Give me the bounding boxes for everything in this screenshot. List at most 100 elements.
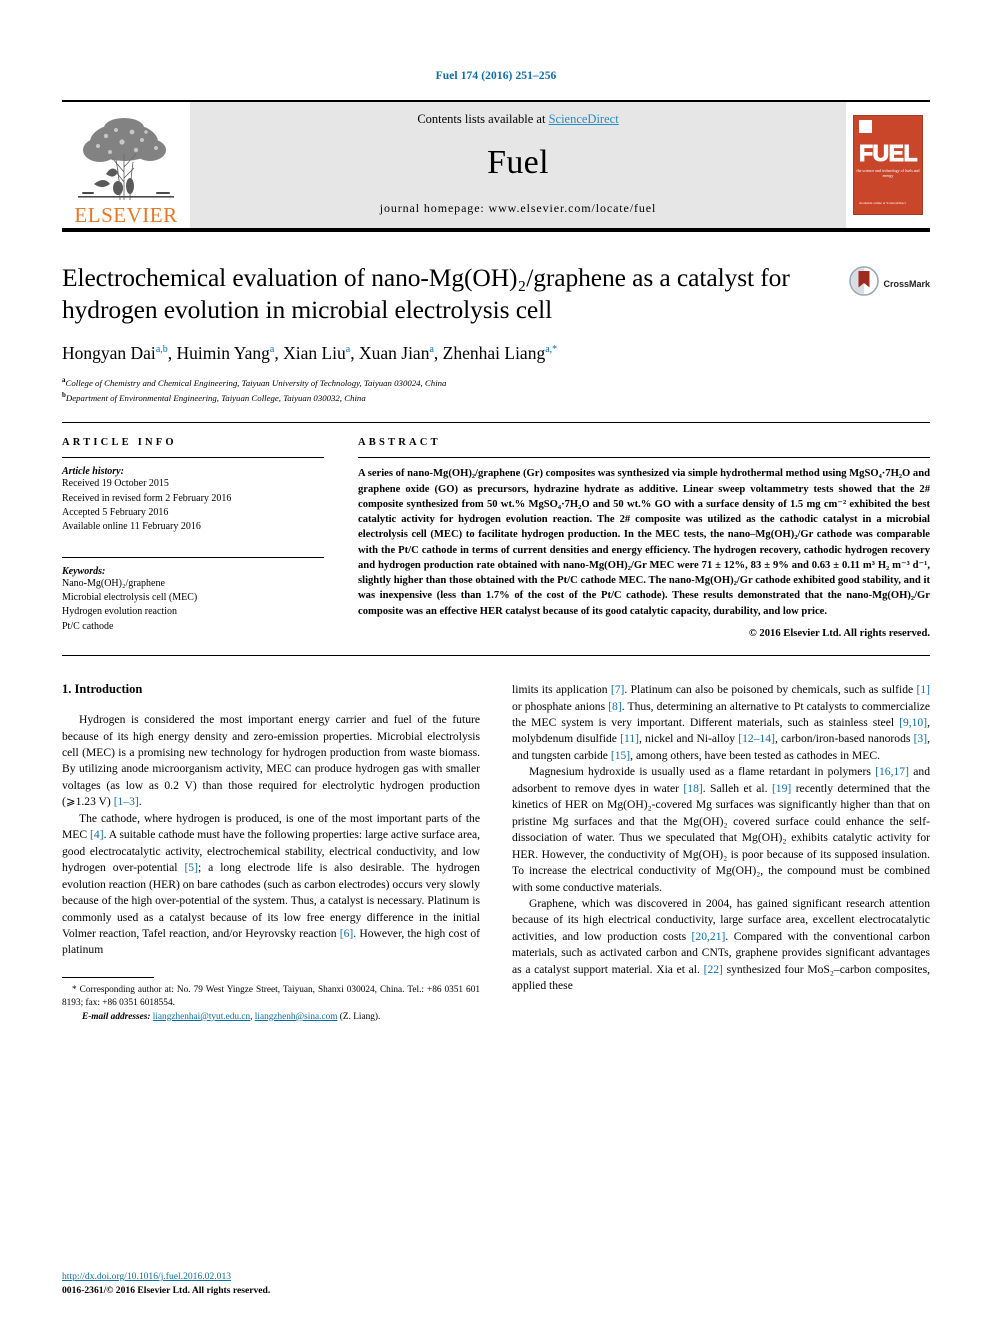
abstract-bottom-rule [62, 655, 930, 657]
footnote-star: * [72, 984, 77, 995]
history-item: Received in revised form 2 February 2016 [62, 492, 232, 504]
article-info-heading: ARTICLE INFO [62, 437, 177, 449]
paragraph-text: Hydrogen is considered the most importan… [62, 713, 480, 809]
issn-copyright-line: 0016-2361/© 2016 Elsevier Ltd. All right… [62, 1284, 271, 1296]
citation-ref[interactable]: [7] [611, 683, 625, 696]
author-item[interactable]: Huimin Yanga [177, 343, 275, 363]
info-abstract-region: ARTICLE INFO Article history: Received 1… [62, 422, 930, 641]
email-link[interactable]: liangzhenhai@tyut.edu.cn [153, 1012, 250, 1022]
citation-ref[interactable]: [9,10] [899, 716, 927, 729]
abstract-paragraph: A series of nano-Mg(OH)₂/graphene (Gr) c… [358, 468, 930, 617]
affiliation-list: aCollege of Chemistry and Chemical Engin… [62, 375, 830, 404]
history-item: Available online 11 February 2016 [62, 520, 201, 532]
sciencedirect-link[interactable]: ScienceDirect [549, 112, 619, 126]
citation-ref[interactable]: [15] [611, 749, 630, 762]
cover-corner-mark-icon [859, 120, 872, 133]
running-head: Fuel 174 (2016) 251–256 [435, 70, 557, 82]
abstract-copyright: © 2016 Elsevier Ltd. All rights reserved… [748, 627, 930, 639]
divider [62, 557, 324, 559]
fuel-cover-image: FUEL the science and technology of fuels… [853, 115, 923, 215]
history-item: Received 19 October 2015 [62, 478, 169, 490]
author-affil-mark: a [345, 344, 351, 356]
body-columns: 1. Introduction Hydrogen is considered t… [62, 682, 930, 1024]
author-name: Hongyan Dai [62, 343, 156, 364]
section-heading-introduction: 1. Introduction [62, 682, 143, 697]
citation-ref[interactable]: [22] [704, 963, 723, 976]
citation-ref[interactable]: [16,17] [875, 765, 909, 778]
citation-ref[interactable]: [18] [683, 782, 702, 795]
citation-ref[interactable]: [1–3] [114, 795, 139, 808]
citation-ref[interactable]: [3] [914, 732, 928, 745]
author-affil-mark: a,b [155, 344, 168, 356]
affiliation-text: Department of Environmental Engineering,… [65, 392, 366, 403]
paragraph: Magnesium hydroxide is usually used as a… [512, 764, 930, 896]
doi-link[interactable]: http://dx.doi.org/10.1016/j.fuel.2016.02… [62, 1271, 231, 1282]
title-block: CrossMark Electrochemical evaluation of … [62, 262, 930, 404]
journal-header-band: ELSEVIER Contents lists available at Sci… [62, 100, 930, 228]
author-name: Xuan Jian [358, 343, 430, 364]
journal-cover-thumbnail: FUEL the science and technology of fuels… [846, 102, 930, 228]
divider [62, 457, 324, 459]
elsevier-tree-logo-icon [72, 112, 180, 204]
cover-wordmark: FUEL [858, 140, 918, 167]
keyword-item: Nano-Mg(OH)₂/graphene [62, 578, 165, 590]
citation-ref[interactable]: [11] [620, 732, 639, 745]
author-list: Hongyan Daia,b, Huimin Yanga, Xian Liua,… [62, 343, 558, 364]
citation-ref[interactable]: [8] [608, 700, 622, 713]
elsevier-logo: ELSEVIER [62, 102, 190, 228]
affiliation-item: bDepartment of Environmental Engineering… [62, 390, 830, 405]
citation-ref[interactable]: [19] [772, 782, 791, 795]
citation-ref[interactable]: [4] [90, 828, 104, 841]
author-name: Xian Liu [283, 343, 346, 364]
citation-ref[interactable]: [5] [184, 861, 198, 874]
author-affil-mark: a [269, 344, 275, 356]
keyword-item: Microbial electrolysis cell (MEC) [62, 592, 198, 604]
crossmark-icon [849, 266, 880, 301]
contents-available-line: Contents lists available at ScienceDirec… [417, 112, 618, 127]
footnote-block: * Corresponding author at: No. 79 West Y… [62, 984, 481, 1022]
citation-ref[interactable]: [6] [340, 927, 354, 940]
article-history-list: Received 19 October 2015 Received in rev… [62, 477, 324, 534]
header-bottom-rule [62, 228, 930, 232]
crossmark-label: CrossMark [883, 278, 930, 289]
author-affil-mark: a [429, 344, 434, 356]
affiliation-item: aCollege of Chemistry and Chemical Engin… [62, 375, 830, 390]
author-item[interactable]: Xuan Jiana [359, 343, 434, 363]
author-item[interactable]: Hongyan Daia,b [62, 343, 168, 363]
article-info-column: ARTICLE INFO Article history: Received 1… [62, 437, 324, 641]
paragraph-text: The cathode, where hydrogen is produced,… [62, 811, 481, 957]
cover-subtitle: the science and technology of fuels and … [856, 168, 920, 178]
citation-ref[interactable]: [12–14] [738, 732, 775, 745]
article-first-page: Fuel 174 (2016) 251–256 ELSEVIER Content… [0, 0, 992, 1323]
keyword-item: Hydrogen evolution reaction [62, 606, 177, 618]
contents-prefix: Contents lists available at [417, 112, 549, 126]
email-suffix: (Z. Liang). [339, 1011, 381, 1022]
history-item: Accepted 5 February 2016 [62, 506, 169, 518]
body-column-left: 1. Introduction Hydrogen is considered t… [62, 682, 480, 1024]
journal-homepage[interactable]: journal homepage: www.elsevier.com/locat… [380, 201, 657, 216]
citation-ref[interactable]: [1] [916, 683, 930, 696]
body-column-right: limits its application [7]. Platinum can… [512, 682, 930, 1024]
citation-ref[interactable]: [20,21] [692, 930, 726, 943]
email-link[interactable]: liangzhenh@sina.com [255, 1012, 338, 1022]
author-name: Zhenhai Liang [442, 343, 546, 364]
paragraph-text: Graphene, which was discovered in 2004, … [512, 896, 930, 993]
keywords-list: Nano-Mg(OH)₂/graphene Microbial electrol… [62, 577, 324, 634]
crossmark-badge[interactable]: CrossMark [849, 266, 930, 301]
journal-header-center: Contents lists available at ScienceDirec… [190, 102, 846, 228]
cover-bottom-text: Available online at ScienceDirect [859, 200, 906, 205]
paragraph: limits its application [7]. Platinum can… [512, 682, 930, 764]
footnote-corresponding-text: Corresponding author at: No. 79 West Yin… [62, 984, 481, 1009]
paragraph: The cathode, where hydrogen is produced,… [62, 811, 480, 959]
keyword-item: Pt/C cathode [62, 620, 114, 632]
abstract-text: A series of nano-Mg(OH)₂/graphene (Gr) c… [358, 466, 930, 641]
paragraph-text: Magnesium hydroxide is usually used as a… [512, 765, 930, 894]
author-affil-mark: a,* [545, 344, 558, 356]
author-item[interactable]: Zhenhai Lianga,* [443, 343, 557, 363]
page-footer: http://dx.doi.org/10.1016/j.fuel.2016.02… [62, 1270, 270, 1297]
author-item[interactable]: Xian Liua [283, 343, 350, 363]
article-history-label: Article history: [62, 466, 124, 478]
paragraph-text: limits its application [7]. Platinum can… [512, 683, 930, 762]
footnote-rule [62, 976, 154, 978]
